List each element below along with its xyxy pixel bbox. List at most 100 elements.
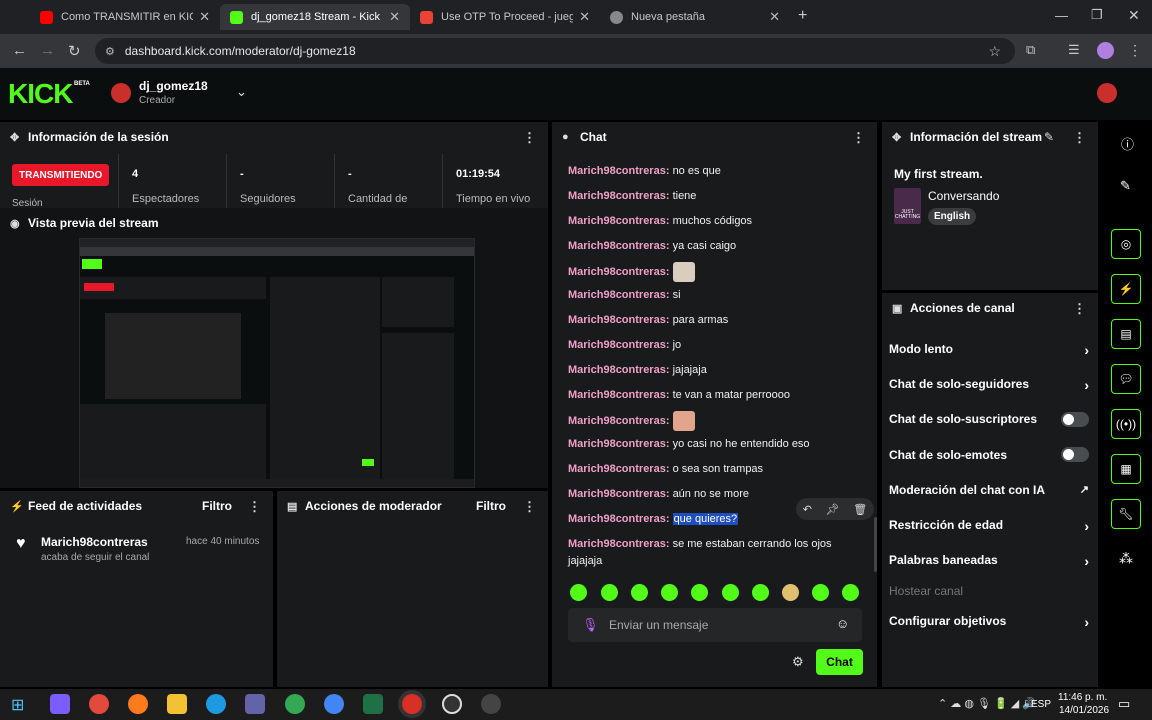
apps-icon[interactable]: ⁂ [1119,550,1133,567]
pin-icon[interactable]: 📌︎ [826,503,840,516]
excel-icon[interactable] [363,694,383,714]
chat-message[interactable]: Marich98contreras: jajajaja [568,364,707,376]
chat-username[interactable]: Marich98contreras: [568,389,670,401]
close-tab-icon[interactable]: ✕ [199,9,210,25]
kebab-menu-icon[interactable]: ⋮ [523,130,536,146]
action-followers-only[interactable]: Chat de solo-seguidores › [889,377,1089,393]
chat-scrollbar[interactable] [874,517,877,572]
chrome-profile-icon[interactable] [285,694,305,714]
browser-tab-active[interactable]: dj_gomez18 Stream - Kick Dash ✕ [220,4,410,30]
action-ai-moderation[interactable]: Moderación del chat con IA ↗ [889,483,1089,497]
chrome-profile-icon[interactable] [324,694,344,714]
info-circle-icon[interactable]: ⓘ [1121,134,1134,153]
chat-username[interactable]: Marich98contreras: [568,488,670,500]
site-info-icon[interactable]: ⚙ [105,45,115,58]
chat-settings-gear-icon[interactable]: ⚙ [792,654,804,670]
emote-icon[interactable] [661,584,678,601]
emotes-only-toggle[interactable] [1061,447,1089,462]
category-name[interactable]: Conversando [928,189,999,203]
emote-icon[interactable] [842,584,859,601]
filter-button[interactable]: Filtro [476,499,506,513]
bookmark-star-icon[interactable]: ☆ [988,43,1001,60]
chat-send-button[interactable]: Chat [816,649,863,675]
kebab-menu-icon[interactable]: ⋮ [852,130,865,146]
minimize-icon[interactable]: — [1055,8,1068,23]
chat-message[interactable]: Marich98contreras: muchos códigos [568,215,752,227]
broadcast-tool-button[interactable]: ((•)) [1111,409,1141,439]
restore-icon[interactable]: ❐ [1091,7,1103,23]
chat-message[interactable]: Marich98contreras: jo [568,339,681,351]
document-tool-button[interactable]: ▤ [1111,319,1141,349]
media-icon[interactable]: ☰ [1068,42,1080,58]
emote-icon[interactable] [782,584,799,601]
edit-pencil-icon[interactable]: ✎ [1120,178,1131,194]
category-thumbnail[interactable]: JUST CHATTING [894,188,921,224]
kebab-menu-icon[interactable]: ⋮ [1073,301,1086,317]
browser-tab[interactable]: Use OTP To Proceed - juegadjg ✕ [410,4,600,30]
undo-icon[interactable]: ↶ [803,503,812,516]
action-banned-words[interactable]: Palabras baneadas › [889,553,1089,569]
chat-username[interactable]: Marich98contreras: [568,215,670,227]
trash-icon[interactable]: 🗑︎ [853,503,867,516]
microphone-icon[interactable]: 🎙︎ [582,617,599,633]
url-bar[interactable]: ⚙ dashboard.kick.com/moderator/dj-gomez1… [95,38,1015,64]
language-indicator[interactable]: ESP [1031,699,1051,710]
activity-username[interactable]: Marich98contreras [41,535,148,549]
clock-date[interactable]: 14/01/2026 [1059,705,1109,716]
profile-avatar[interactable] [1097,42,1114,59]
chat-username[interactable]: Marich98contreras: [568,240,670,252]
chat-tool-button[interactable]: 💬︎ [1111,364,1141,394]
settings-icon[interactable] [481,694,501,714]
chat-username[interactable]: Marich98contreras: [568,538,670,550]
new-tab-plus-icon[interactable]: + [798,7,807,25]
chat-message[interactable]: Marich98contreras: [568,262,695,282]
emote-icon[interactable] [812,584,829,601]
reload-icon[interactable]: ↻ [68,42,81,60]
back-icon[interactable]: ← [12,42,27,59]
kebab-menu-icon[interactable]: ⋮ [248,499,261,515]
subscribers-only-toggle[interactable] [1061,412,1089,427]
kick-logo[interactable]: KICK [8,78,73,110]
lightning-tool-button[interactable]: ⚡ [1111,274,1141,304]
channel-name[interactable]: dj_gomez18 [139,79,208,93]
chat-username[interactable]: Marich98contreras: [568,339,670,351]
emote-icon[interactable] [570,584,587,601]
emote-icon[interactable] [752,584,769,601]
chat-message-selected[interactable]: Marich98contreras: que quieres? [568,513,739,525]
layout-tool-button[interactable]: ▦ [1111,454,1141,484]
forward-icon[interactable]: → [40,42,55,59]
emote-icon[interactable] [722,584,739,601]
close-tab-icon[interactable]: ✕ [769,9,780,25]
chat-username[interactable]: Marich98contreras: [568,438,670,450]
emote-icon[interactable] [631,584,648,601]
action-slow-mode[interactable]: Modo lento › [889,342,1089,358]
kebab-menu-icon[interactable]: ⋮ [523,499,536,515]
edit-pencil-icon[interactable]: ✎ [1044,130,1054,144]
chat-username[interactable]: Marich98contreras: [568,190,670,202]
menu-kebab-icon[interactable]: ⋮ [1128,42,1142,59]
chat-message[interactable]: Marich98contreras: aún no se more [568,488,749,500]
emoji-icon[interactable]: ☺ [836,616,849,631]
chat-message[interactable]: Marich98contreras: si [568,289,681,301]
firefox-icon[interactable] [128,694,148,714]
chrome-active-icon[interactable] [402,694,422,714]
chat-message[interactable]: Marich98contreras: ya casi caigo [568,240,736,252]
chat-input[interactable]: 🎙︎ Enviar un mensaje ☺ [568,608,862,642]
chat-message[interactable]: Marich98contreras: se me estaban cerrand… [568,538,832,550]
camera-tool-button[interactable]: ◎ [1111,229,1141,259]
copilot-icon[interactable] [50,694,70,714]
stream-preview-video[interactable] [79,238,475,488]
browser-tab[interactable]: Como TRANSMITIR en KICK desde ✕ [30,4,220,30]
chat-username[interactable]: Marich98contreras: [568,165,670,177]
notifications-icon[interactable]: ▭ [1118,696,1130,712]
teams-icon[interactable] [245,694,265,714]
emote-icon[interactable] [601,584,618,601]
action-age-restriction[interactable]: Restricción de edad › [889,518,1089,534]
chevron-down-icon[interactable]: ⌄ [236,84,247,100]
chat-message[interactable]: Marich98contreras: tiene [568,190,696,202]
clock-time[interactable]: 11:46 p. m. [1058,692,1107,703]
wrench-tool-button[interactable]: 🔧︎ [1111,499,1141,529]
chat-message[interactable]: Marich98contreras: te van a matar perroo… [568,389,790,401]
filter-button[interactable]: Filtro [202,499,232,513]
close-tab-icon[interactable]: ✕ [389,9,400,25]
